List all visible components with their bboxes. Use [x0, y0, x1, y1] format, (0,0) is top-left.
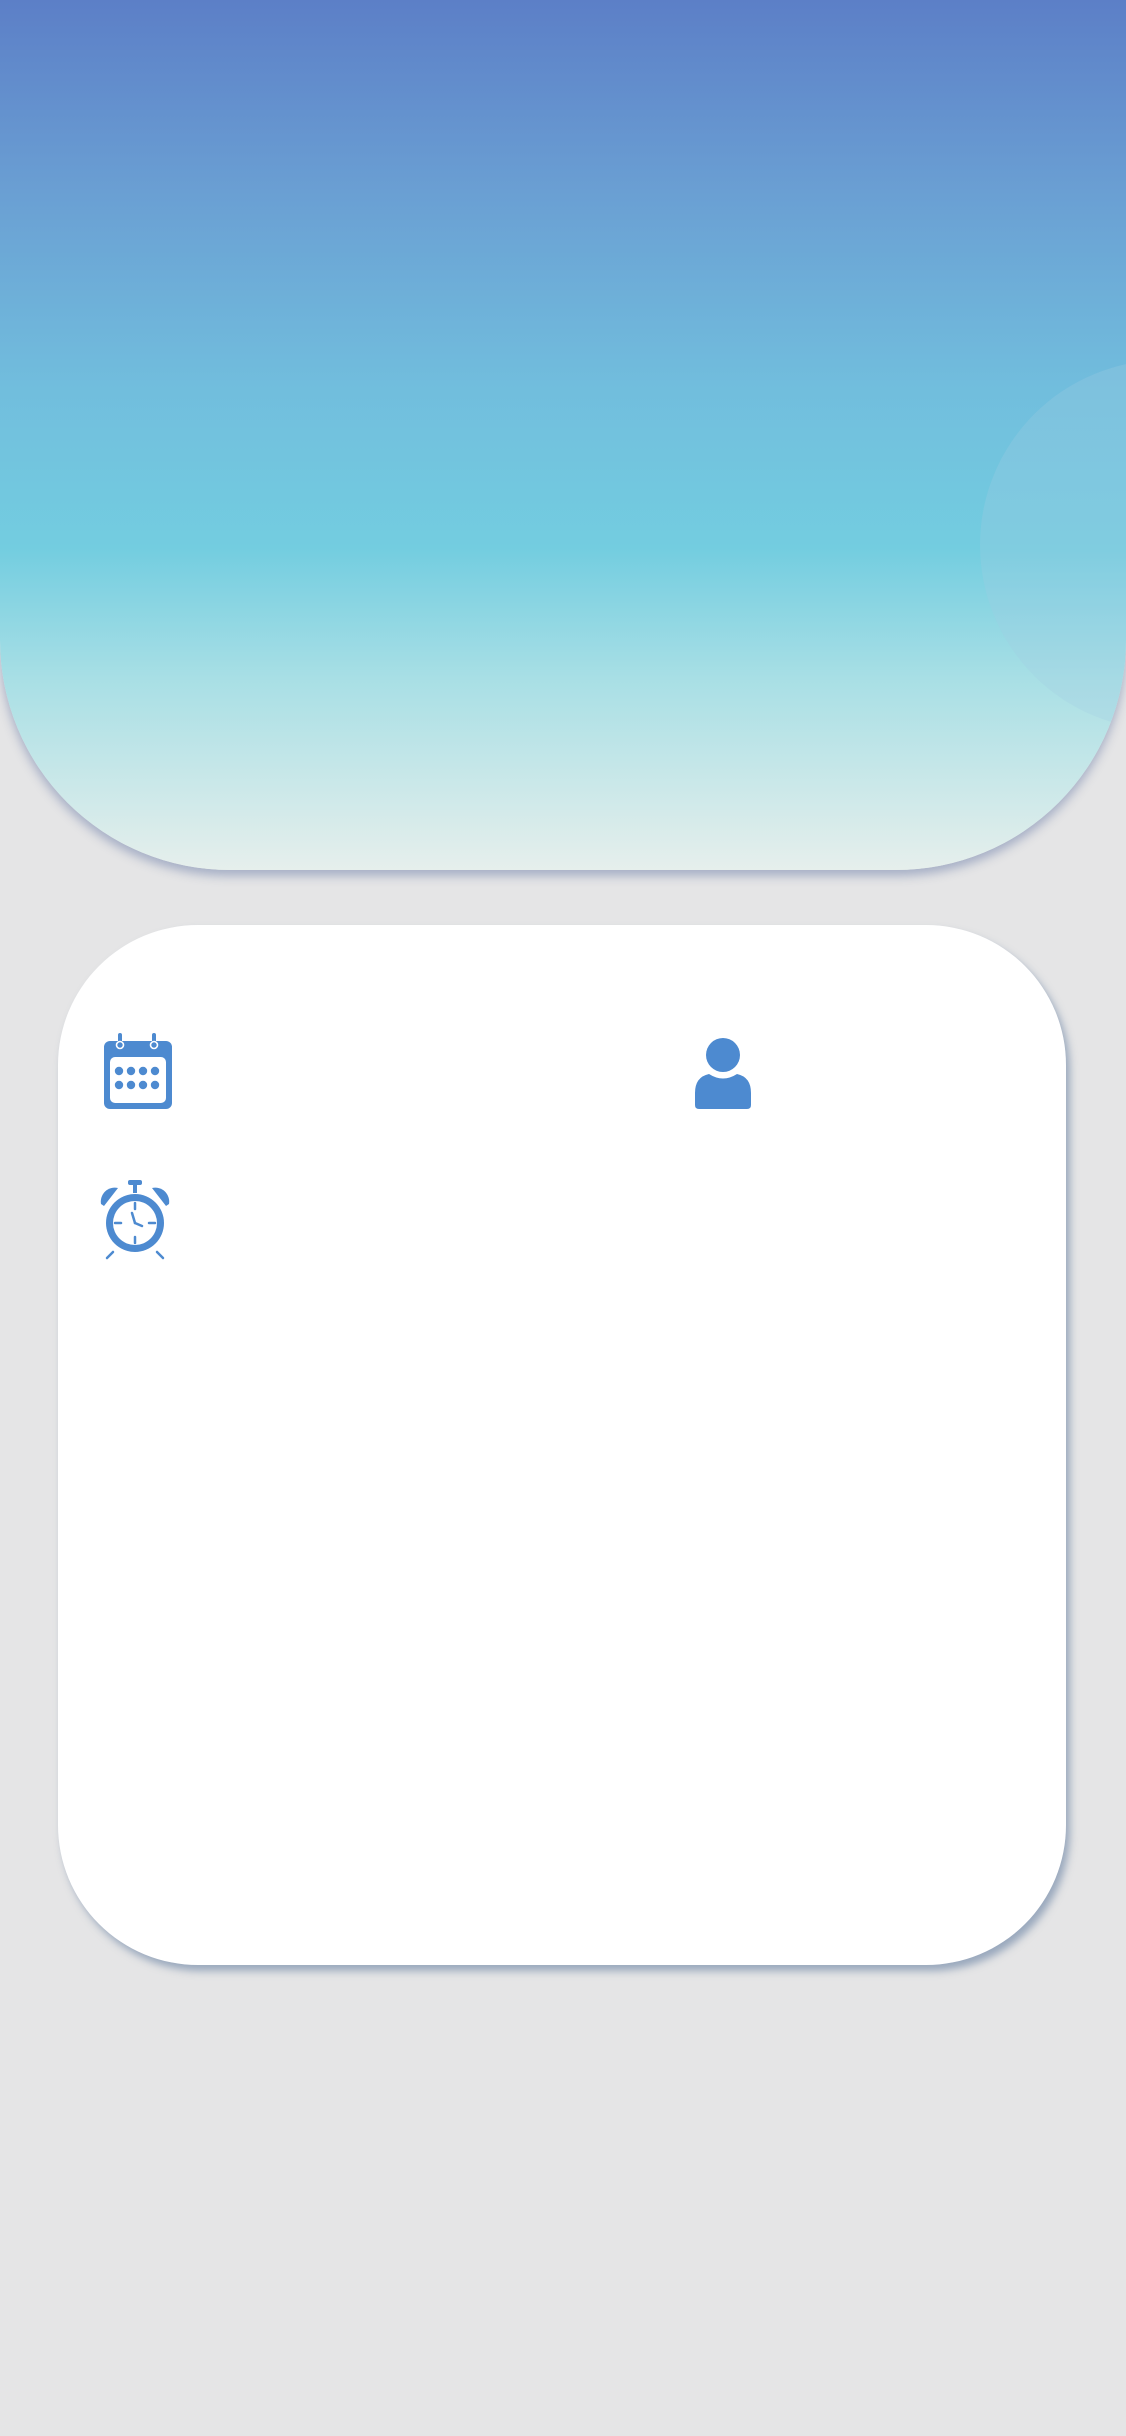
alarm-clock-icon[interactable]	[98, 1180, 172, 1260]
person-icon[interactable]	[692, 1037, 754, 1109]
content-card	[58, 925, 1066, 1965]
calendar-icon[interactable]	[102, 1033, 174, 1111]
decorative-circle	[980, 360, 1126, 730]
header-banner	[0, 0, 1126, 870]
